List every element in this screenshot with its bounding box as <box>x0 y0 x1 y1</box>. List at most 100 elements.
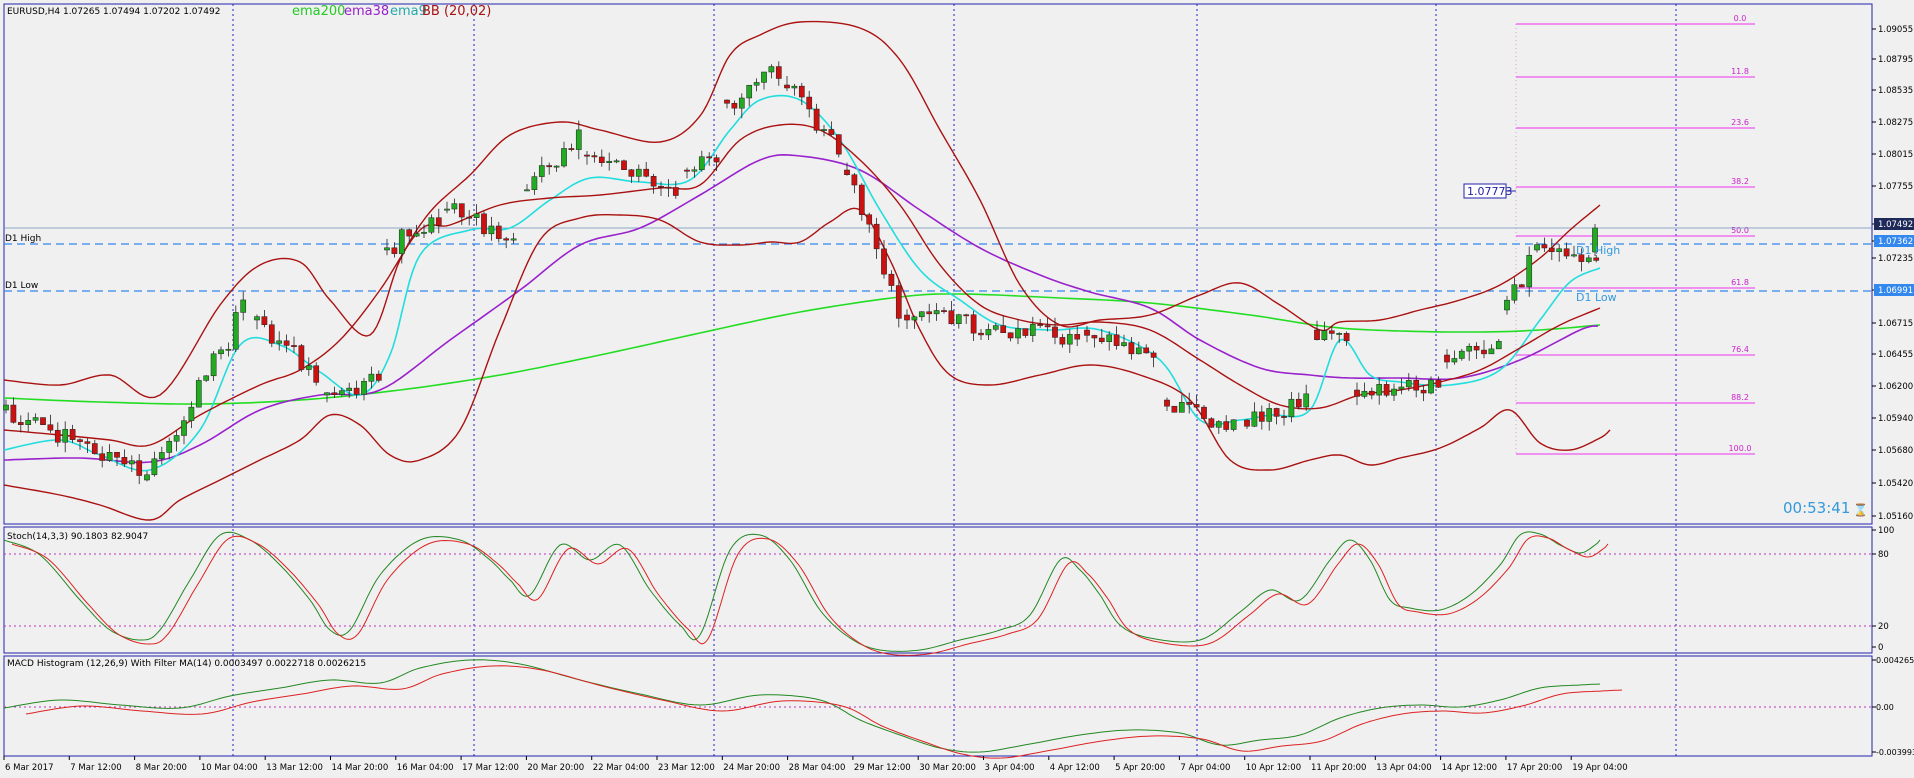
candle-body <box>1428 379 1434 394</box>
candle-body <box>635 168 642 177</box>
fib-level-label: 50.0 <box>1731 226 1749 235</box>
candle-body <box>361 381 367 395</box>
candle-body <box>106 452 113 461</box>
candle-body <box>3 404 9 411</box>
stoch-header: Stoch(14,3,3) 90.1803 82.9047 <box>7 532 148 542</box>
candle-body <box>254 316 260 321</box>
candle-body <box>1288 398 1295 418</box>
candle-body <box>421 231 427 234</box>
time-tick-label: 24 Mar 20:00 <box>723 763 780 773</box>
time-tick-label: 3 Apr 04:00 <box>985 763 1035 773</box>
candle-body <box>458 203 465 218</box>
candle-body <box>1458 350 1465 359</box>
candle-body <box>413 233 420 237</box>
macd-tick-label: 0.00 <box>1876 703 1894 712</box>
price-axis[interactable]: 1.09055 1.08795 1.08535 1.08275 1.08015 1.077… <box>1872 25 1914 757</box>
candle-body <box>1295 398 1302 408</box>
candle-body <box>1435 379 1442 388</box>
time-tick-label: 17 Apr 20:00 <box>1507 763 1562 773</box>
time-tick-label: 20 Mar 20:00 <box>527 763 584 773</box>
candle-body <box>428 217 435 233</box>
candle-body <box>346 387 353 391</box>
candle-body <box>873 223 880 250</box>
candle-body <box>1488 348 1495 355</box>
macd-tick-label: 0.004265 <box>1876 656 1914 665</box>
candle-body <box>218 349 224 355</box>
candle-body <box>225 348 232 351</box>
candle-body <box>731 103 738 109</box>
candle-body <box>643 168 650 177</box>
candle-body <box>166 440 173 453</box>
candle-body <box>1314 329 1320 340</box>
candle-body <box>613 160 620 163</box>
candle-body <box>844 169 850 175</box>
candle-body <box>970 314 977 334</box>
candle-body <box>1548 247 1555 252</box>
candle-body <box>553 165 560 168</box>
candle-body <box>1405 380 1412 388</box>
stochastic-panel[interactable] <box>3 526 1873 654</box>
price-tick-label: 1.05160 <box>1878 512 1913 522</box>
candle-body <box>1368 390 1375 396</box>
time-tick-label: 23 Mar 12:00 <box>658 763 715 773</box>
time-tick-label: 30 Mar 20:00 <box>919 763 976 773</box>
candle-body <box>568 148 575 150</box>
chart-header: EURUSD,H4 1.07265 1.07494 1.07202 1.0749… <box>7 7 220 17</box>
candle-body <box>904 314 910 321</box>
candle-body <box>798 85 805 98</box>
candle-body <box>665 186 672 189</box>
candle-body <box>881 248 887 275</box>
candle-body <box>724 99 730 104</box>
candle-body <box>47 424 54 431</box>
time-tick-label: 29 Mar 12:00 <box>854 763 911 773</box>
candle-body <box>173 435 180 442</box>
time-tick-label: 7 Mar 12:00 <box>70 763 121 773</box>
candle-body <box>1281 416 1287 418</box>
price-tick-label: 1.08795 <box>1878 55 1913 65</box>
candle-body <box>835 134 842 155</box>
candle-body <box>32 417 39 421</box>
time-axis[interactable]: 6 Mar 2017 7 Mar 12:00 8 Mar 20:00 10 Mar 0… <box>3 756 1628 773</box>
candle-body <box>753 82 760 86</box>
candle-body <box>1504 299 1510 311</box>
candle-body <box>77 439 83 442</box>
candle-body <box>1481 349 1487 355</box>
candle-body <box>195 380 202 408</box>
candle-body <box>895 285 902 319</box>
price-tick-label: 1.09055 <box>1878 25 1913 35</box>
candle-body <box>1336 333 1343 335</box>
chart-window[interactable]: 0.0 11.8 23.6 38.2 50.0 61.8 76.4 88.2 100.0 1.0… <box>0 0 1914 778</box>
candle-body <box>276 340 283 344</box>
candle-body <box>821 129 827 131</box>
candle-body <box>1052 326 1058 338</box>
main-chart-panel[interactable] <box>3 3 1873 525</box>
price-tick-label: 1.06200 <box>1878 382 1913 392</box>
candle-body <box>524 189 530 192</box>
candle-body <box>1266 408 1273 422</box>
price-tick-label: 1.08535 <box>1878 86 1913 96</box>
time-tick-label: 6 Mar 2017 <box>5 763 53 773</box>
candle-body <box>1258 411 1265 422</box>
candle-body <box>806 96 813 110</box>
candle-body <box>128 460 135 465</box>
candle-body <box>698 156 705 171</box>
time-tick-label: 17 Mar 12:00 <box>462 763 519 773</box>
candle-body <box>1059 337 1066 345</box>
candle-body <box>391 247 398 254</box>
candle-body <box>768 66 775 73</box>
time-tick-label: 14 Apr 12:00 <box>1442 763 1497 773</box>
candle-body <box>151 458 158 476</box>
candle-body <box>1193 404 1200 408</box>
macd-panel[interactable] <box>3 655 1873 757</box>
legend-ema38: ema38 <box>344 4 389 19</box>
candle-body <box>1029 323 1036 336</box>
price-box-value: 1.07773 <box>1467 185 1513 198</box>
candle-body <box>353 387 360 395</box>
time-tick-label: 13 Mar 12:00 <box>266 763 323 773</box>
candle-body <box>813 108 820 131</box>
time-tick-label: 10 Apr 12:00 <box>1246 763 1301 773</box>
candle-body <box>144 474 150 481</box>
fib-level-label: 88.2 <box>1731 393 1749 402</box>
candle-body <box>473 213 480 218</box>
candle-body <box>706 156 713 159</box>
